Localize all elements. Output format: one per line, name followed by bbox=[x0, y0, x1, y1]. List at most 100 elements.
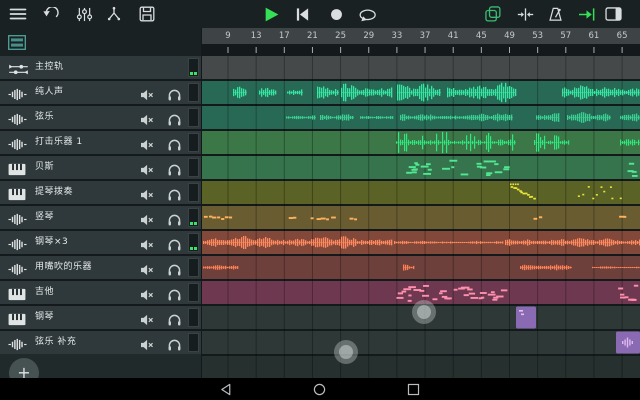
midi-note[interactable] bbox=[523, 193, 526, 195]
midi-note[interactable] bbox=[596, 194, 598, 196]
track-row-2[interactable]: 纯人声 bbox=[0, 81, 201, 104]
midi-note[interactable] bbox=[422, 295, 429, 297]
metronome-button[interactable] bbox=[543, 2, 567, 26]
track-row-1[interactable]: 主控轨 bbox=[0, 56, 201, 79]
track-row-4[interactable]: 打击乐器 1 bbox=[0, 131, 201, 154]
track-row-5[interactable]: 贝斯 bbox=[0, 156, 201, 179]
headphone-solo-button[interactable] bbox=[168, 336, 181, 355]
nav-home-button[interactable] bbox=[312, 382, 326, 396]
mute-button[interactable] bbox=[140, 236, 154, 255]
timeline-area[interactable] bbox=[202, 44, 640, 378]
midi-note[interactable] bbox=[625, 296, 629, 298]
mute-button[interactable] bbox=[140, 161, 154, 180]
midi-note[interactable] bbox=[620, 198, 622, 200]
midi-note[interactable] bbox=[634, 285, 638, 287]
headphone-solo-button[interactable] bbox=[168, 161, 181, 180]
midi-note[interactable] bbox=[501, 289, 507, 291]
tracks-view-button[interactable] bbox=[8, 35, 26, 54]
headphone-solo-button[interactable] bbox=[168, 111, 181, 130]
midi-clip[interactable] bbox=[516, 307, 536, 329]
midi-note[interactable] bbox=[408, 300, 412, 302]
midi-note[interactable] bbox=[423, 285, 429, 287]
mute-button[interactable] bbox=[140, 111, 154, 130]
audio-clip[interactable] bbox=[403, 267, 414, 268]
midi-note[interactable] bbox=[504, 166, 510, 168]
midi-note[interactable] bbox=[611, 198, 613, 200]
midi-note[interactable] bbox=[451, 166, 454, 168]
mute-button[interactable] bbox=[140, 86, 154, 105]
track-row-6[interactable]: 提琴拨奏 bbox=[0, 181, 201, 204]
midi-note[interactable] bbox=[630, 299, 634, 301]
mute-button[interactable] bbox=[140, 286, 154, 305]
midi-note[interactable] bbox=[413, 168, 418, 170]
menu-button[interactable] bbox=[6, 2, 30, 26]
midi-note[interactable] bbox=[440, 290, 447, 292]
mute-button[interactable] bbox=[140, 261, 154, 280]
midi-note[interactable] bbox=[517, 189, 520, 191]
midi-note[interactable] bbox=[525, 193, 528, 195]
audio-clip[interactable] bbox=[536, 117, 559, 118]
track-row-10[interactable]: 吉他 bbox=[0, 281, 201, 304]
headphone-solo-button[interactable] bbox=[168, 311, 181, 330]
midi-note[interactable] bbox=[471, 297, 479, 299]
midi-note[interactable] bbox=[488, 294, 496, 296]
midi-note[interactable] bbox=[493, 297, 498, 299]
record-button[interactable] bbox=[324, 2, 348, 26]
headphone-solo-button[interactable] bbox=[168, 211, 181, 230]
mute-button[interactable] bbox=[140, 136, 154, 155]
timeline-lane-1[interactable] bbox=[202, 56, 640, 79]
midi-note[interactable] bbox=[421, 166, 429, 168]
midi-note[interactable] bbox=[628, 170, 634, 172]
midi-note[interactable] bbox=[426, 163, 431, 165]
midi-note[interactable] bbox=[477, 163, 482, 165]
midi-note[interactable] bbox=[454, 289, 458, 291]
snap-button[interactable] bbox=[513, 2, 537, 26]
midi-note[interactable] bbox=[582, 194, 584, 196]
timeline-lane-6[interactable] bbox=[202, 181, 640, 204]
midi-note[interactable] bbox=[414, 162, 418, 164]
duplicate-button[interactable] bbox=[481, 2, 505, 26]
midi-note[interactable] bbox=[503, 168, 509, 170]
midi-note[interactable] bbox=[419, 290, 424, 292]
midi-note[interactable] bbox=[494, 163, 498, 165]
save-button[interactable] bbox=[135, 2, 159, 26]
midi-note[interactable] bbox=[398, 292, 403, 294]
midi-note[interactable] bbox=[432, 298, 437, 300]
go-to-end-button[interactable] bbox=[574, 2, 598, 26]
midi-note[interactable] bbox=[402, 291, 407, 293]
midi-note[interactable] bbox=[442, 168, 450, 170]
midi-note[interactable] bbox=[603, 191, 605, 193]
timeline-lane-9[interactable] bbox=[202, 256, 640, 279]
midi-note[interactable] bbox=[408, 295, 411, 297]
headphone-solo-button[interactable] bbox=[168, 236, 181, 255]
panel-toggle-button[interactable] bbox=[601, 2, 625, 26]
midi-note[interactable] bbox=[397, 297, 404, 299]
midi-note[interactable] bbox=[578, 195, 580, 197]
midi-note[interactable] bbox=[444, 297, 451, 299]
timeline-ruler[interactable]: 91317212529333741454953576165 bbox=[202, 28, 640, 44]
midi-note[interactable] bbox=[618, 288, 623, 290]
midi-note[interactable] bbox=[491, 291, 495, 293]
track-row-8[interactable]: 钢琴×3 bbox=[0, 231, 201, 254]
undo-button[interactable] bbox=[38, 2, 62, 26]
audio-clip[interactable] bbox=[341, 92, 392, 93]
midi-note[interactable] bbox=[530, 196, 533, 198]
midi-note[interactable] bbox=[592, 198, 594, 200]
midi-note[interactable] bbox=[423, 173, 431, 175]
midi-note[interactable] bbox=[403, 288, 411, 290]
midi-note[interactable] bbox=[495, 171, 503, 173]
audio-clip[interactable] bbox=[534, 142, 569, 143]
midi-note[interactable] bbox=[464, 294, 469, 296]
midi-note[interactable] bbox=[632, 175, 638, 177]
midi-note[interactable] bbox=[480, 292, 487, 294]
midi-note[interactable] bbox=[480, 167, 486, 169]
nav-back-button[interactable] bbox=[219, 382, 233, 396]
midi-note[interactable] bbox=[408, 286, 416, 288]
midi-note[interactable] bbox=[511, 186, 514, 188]
midi-note[interactable] bbox=[467, 289, 472, 291]
mute-button[interactable] bbox=[140, 211, 154, 230]
loop-button[interactable] bbox=[355, 2, 379, 26]
split-tool-button[interactable] bbox=[102, 2, 126, 26]
midi-note[interactable] bbox=[515, 187, 518, 189]
midi-note[interactable] bbox=[486, 172, 492, 174]
